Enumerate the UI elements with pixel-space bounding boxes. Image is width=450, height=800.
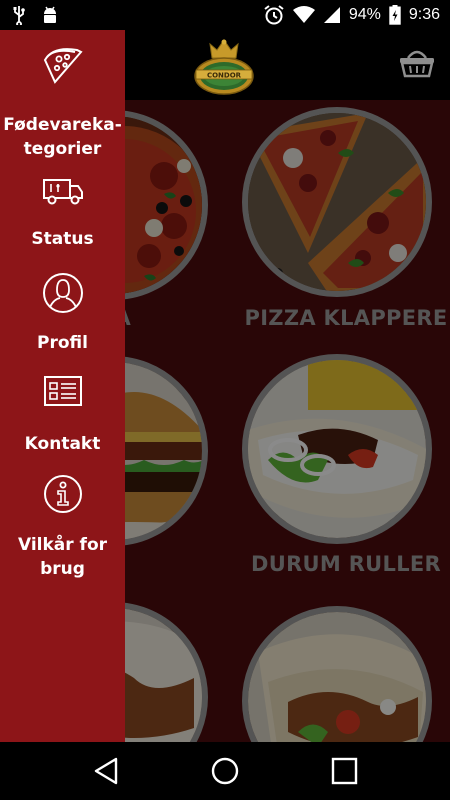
category-image-durum-ruller bbox=[242, 354, 432, 544]
drawer-item-food-categories[interactable]: Fødevareka- tegorier bbox=[0, 44, 125, 161]
basket-icon[interactable] bbox=[398, 48, 436, 83]
logo-text: CONDOR bbox=[207, 72, 242, 80]
drawer-item-label: Vilkår for brug bbox=[17, 535, 108, 579]
contact-card-icon bbox=[0, 375, 125, 412]
category-image-pizza-klappere bbox=[242, 107, 432, 297]
category-label: DURUM RULLER bbox=[250, 552, 442, 576]
home-icon[interactable] bbox=[210, 756, 240, 791]
restaurant-logo[interactable]: CONDOR bbox=[192, 36, 256, 98]
back-icon[interactable] bbox=[92, 756, 120, 791]
android-debug-icon bbox=[40, 5, 60, 25]
delivery-van-icon bbox=[0, 176, 125, 211]
drawer-item-label: Kontakt bbox=[24, 434, 101, 454]
recents-icon[interactable] bbox=[330, 756, 358, 791]
drawer-item-contact[interactable]: Kontakt bbox=[0, 375, 125, 456]
navigation-drawer: Fødevareka- tegorier Status Profil Konta… bbox=[0, 30, 125, 742]
drawer-item-profile[interactable]: Profil bbox=[0, 272, 125, 355]
system-nav-bar bbox=[0, 742, 450, 800]
drawer-item-label: Profil bbox=[37, 333, 88, 353]
status-bar: 94% 9:36 bbox=[0, 0, 450, 30]
drawer-item-terms[interactable]: Vilkår for brug bbox=[0, 474, 125, 581]
battery-icon bbox=[389, 5, 401, 25]
battery-percent: 94% bbox=[348, 6, 381, 23]
drawer-item-label: Fødevareka- tegorier bbox=[3, 115, 122, 159]
drawer-item-label: Status bbox=[31, 229, 94, 249]
signal-icon bbox=[323, 6, 341, 24]
category-image bbox=[242, 606, 432, 742]
pizza-slice-icon bbox=[0, 44, 125, 93]
wifi-icon bbox=[292, 6, 315, 24]
info-icon bbox=[0, 474, 125, 519]
alarm-icon bbox=[263, 4, 285, 26]
category-label: PIZZA KLAPPERE bbox=[244, 306, 448, 330]
clock: 9:36 bbox=[408, 6, 440, 23]
usb-icon bbox=[12, 5, 26, 25]
user-profile-icon bbox=[0, 272, 125, 319]
drawer-item-status[interactable]: Status bbox=[0, 176, 125, 251]
